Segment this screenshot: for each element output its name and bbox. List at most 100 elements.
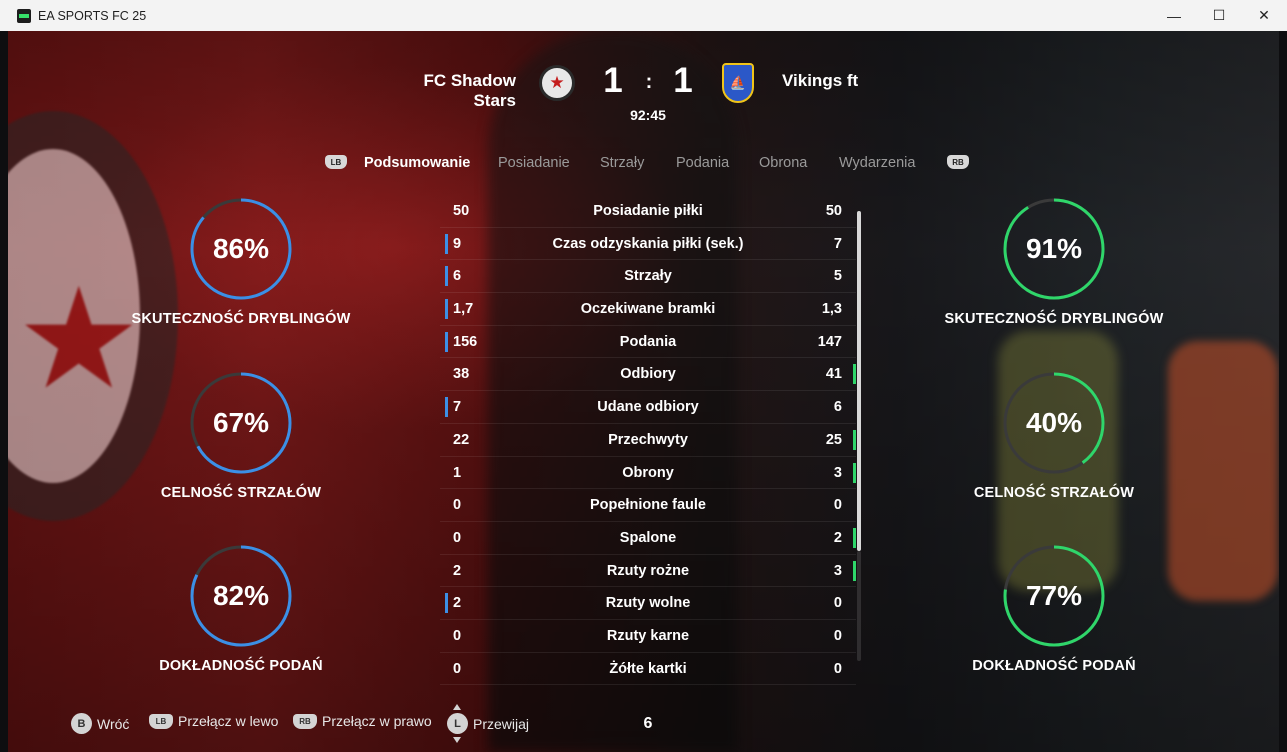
scrollbar-thumb[interactable] — [857, 211, 861, 551]
progress-ring: 86% — [189, 197, 293, 301]
maximize-button[interactable]: ☐ — [1196, 0, 1242, 31]
tab-podsumowanie[interactable]: Podsumowanie — [364, 155, 470, 171]
away-ring-shot-accuracy: 40% CELNOŚĆ STRZAŁÓW — [934, 371, 1174, 501]
stat-name: Podania — [619, 333, 677, 350]
stat-row: 0 Rzuty karne 0 — [440, 620, 856, 653]
home-stat-value: 156 — [453, 333, 478, 350]
home-ring-dribbling: 86% SKUTECZNOŚĆ DRYBLINGÓW — [121, 197, 361, 327]
switch-right-label: Przełącz w prawo — [322, 713, 432, 729]
home-leader-marker — [445, 233, 448, 254]
away-ring-pass-accuracy: 77% DOKŁADNOŚĆ PODAŃ — [934, 544, 1174, 674]
rb-bumper-icon: RB — [293, 713, 317, 729]
title-bar: EA SPORTS FC 25 — ☐ ✕ — [0, 0, 1287, 31]
ring-label: DOKŁADNOŚĆ PODAŃ — [159, 658, 323, 674]
home-leader-marker — [445, 397, 448, 418]
away-stat-value: 7 — [833, 235, 842, 252]
stat-row: 1,7 Oczekiwane bramki 1,3 — [440, 293, 856, 326]
home-stat-value: 38 — [453, 366, 470, 383]
ring-label: DOKŁADNOŚĆ PODAŃ — [972, 658, 1136, 674]
match-clock: 92:45 — [630, 107, 666, 123]
stat-row: 9 Czas odzyskania piłki (sek.) 7 — [440, 228, 856, 261]
home-stat-value: 0 — [453, 660, 462, 677]
lb-bumper-icon: LB — [149, 713, 173, 729]
ring-value: 86% — [212, 233, 270, 264]
stat-row: 7 Udane odbiory 6 — [440, 391, 856, 424]
scroll-hint[interactable]: L Przewijaj — [447, 704, 530, 743]
home-stat-value: 50 — [453, 203, 470, 219]
home-stat-value: 7 — [453, 399, 462, 416]
away-leader-marker — [853, 560, 856, 581]
back-hint[interactable]: B Wróć — [71, 713, 129, 734]
home-team-crest-icon: ★ — [539, 65, 575, 101]
scrollbar-track[interactable] — [857, 551, 861, 661]
away-stat-value: 0 — [833, 627, 842, 644]
stats-table[interactable]: 50 Posiadanie piłki 50 9 Czas odzyskania pił… — [440, 195, 856, 686]
stat-name: Spalone — [619, 529, 677, 546]
stat-name: Obrony — [622, 464, 674, 481]
window-title: EA SPORTS FC 25 — [38, 8, 147, 23]
minimize-button[interactable]: — — [1151, 0, 1197, 31]
away-stat-value: 147 — [817, 333, 842, 350]
home-stat-value: 9 — [453, 235, 462, 252]
progress-ring: 82% — [189, 544, 293, 648]
switch-right-hint[interactable]: RB Przełącz w prawo — [293, 713, 432, 729]
away-team-crest-icon: ⛵ — [722, 63, 754, 103]
stat-row: 0 Spalone 2 — [440, 522, 856, 555]
away-leader-marker — [853, 429, 856, 450]
home-ring-shot-accuracy: 67% CELNOŚĆ STRZAŁÓW — [121, 371, 361, 501]
ring-label: CELNOŚĆ STRZAŁÓW — [160, 485, 322, 501]
away-team-name: Vikings ft — [782, 71, 859, 90]
ring-value: 82% — [212, 580, 270, 611]
scroll-label: Przewijaj — [473, 715, 530, 732]
stat-row: 0 Żółte kartki 0 — [440, 653, 856, 686]
ring-value: 40% — [1025, 407, 1083, 438]
stat-row: 50 Posiadanie piłki 50 — [440, 195, 856, 228]
home-stat-value: 0 — [453, 497, 462, 514]
away-stat-value: 2 — [833, 529, 842, 546]
stat-row: 1 Obrony 3 — [440, 457, 856, 490]
stat-name: Odbiory — [620, 366, 676, 383]
away-stat-value: 5 — [833, 268, 842, 285]
away-stat-value: 3 — [833, 562, 842, 579]
ring-value: 77% — [1025, 580, 1083, 611]
page-number: 6 — [643, 715, 653, 732]
ring-label: SKUTECZNOŚĆ DRYBLINGÓW — [944, 311, 1164, 327]
app-window: EA SPORTS FC 25 — ☐ ✕ ★ FC Shadow Stars … — [0, 0, 1287, 752]
home-leader-marker — [445, 299, 448, 320]
home-stat-value: 1 — [453, 464, 462, 481]
lb-bumper-icon[interactable]: LB — [325, 155, 347, 169]
overlay: FC Shadow Stars ★ 1 : 1 ⛵ Vikings ft 92:… — [8, 31, 1279, 752]
home-leader-marker — [445, 593, 448, 614]
stat-name: Rzuty karne — [606, 627, 690, 644]
tab-podania[interactable]: Podania — [676, 155, 729, 171]
stat-row: 22 Przechwyty 25 — [440, 424, 856, 457]
ring-label: SKUTECZNOŚĆ DRYBLINGÓW — [131, 311, 351, 327]
stat-row: 38 Odbiory 41 — [440, 358, 856, 392]
away-leader-marker — [853, 527, 856, 548]
tab-posiadanie[interactable]: Posiadanie — [498, 155, 570, 171]
home-stat-value: 2 — [453, 562, 462, 579]
home-score: 1 — [603, 61, 623, 100]
home-stat-value: 0 — [453, 627, 462, 644]
away-stat-value: 0 — [833, 497, 842, 514]
ring-value: 67% — [212, 407, 270, 438]
tab-wydarzenia[interactable]: Wydarzenia — [839, 155, 915, 171]
switch-left-hint[interactable]: LB Przełącz w lewo — [149, 713, 278, 729]
home-leader-marker — [445, 266, 448, 287]
away-leader-marker — [853, 364, 856, 385]
away-stat-value: 3 — [833, 464, 842, 481]
away-stat-value: 25 — [825, 431, 842, 448]
close-button[interactable]: ✕ — [1241, 0, 1287, 31]
stat-name: Czas odzyskania piłki (sek.) — [552, 235, 744, 252]
ring-label: CELNOŚĆ STRZAŁÓW — [973, 485, 1135, 501]
app-logo-icon — [17, 8, 31, 23]
rb-bumper-icon[interactable]: RB — [947, 155, 969, 169]
home-leader-marker — [445, 331, 448, 352]
tab-obrona[interactable]: Obrona — [759, 155, 807, 171]
tab-strzaly[interactable]: Strzały — [600, 155, 644, 171]
stat-name: Oczekiwane bramki — [580, 301, 716, 318]
left-stick-icon: L — [447, 704, 468, 743]
stat-row: 6 Strzały 5 — [440, 260, 856, 294]
stat-name: Żółte kartki — [609, 660, 687, 677]
away-stat-value: 0 — [833, 660, 842, 677]
